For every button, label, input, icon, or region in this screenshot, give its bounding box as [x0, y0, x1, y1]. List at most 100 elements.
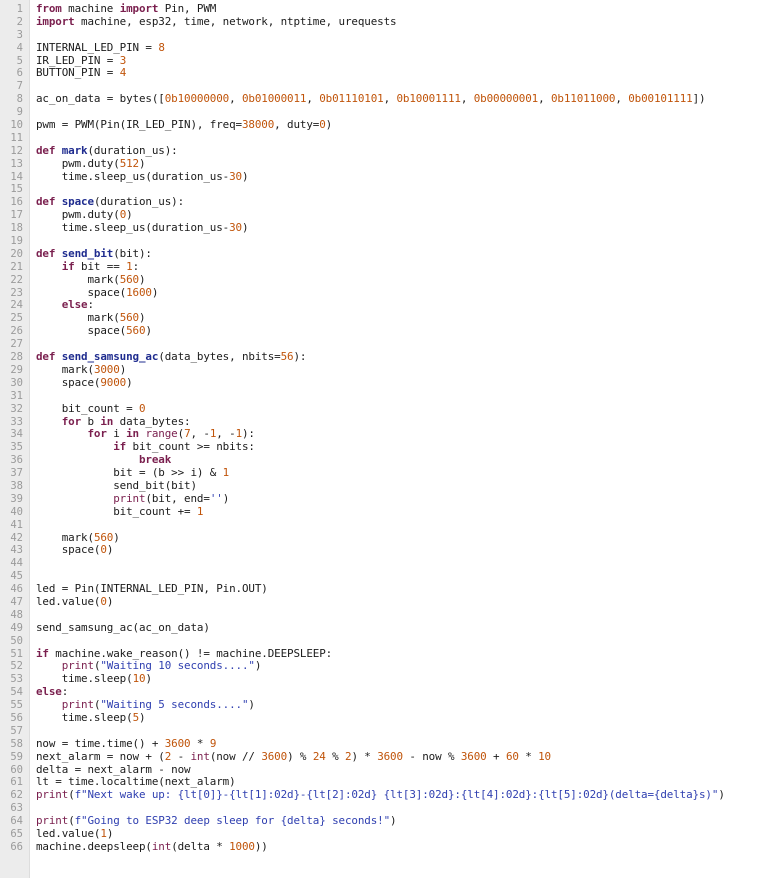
code-token: )	[106, 594, 114, 608]
code-token: *	[518, 749, 539, 763]
line-number: 59	[10, 750, 23, 763]
code-line[interactable]: led.value(0)	[36, 594, 760, 609]
code-line[interactable]: time.sleep(5)	[36, 711, 760, 725]
code-line[interactable]: def send_bit(bit):	[36, 246, 760, 261]
code-token: ac_on_data = bytes([	[36, 92, 165, 106]
line-number: 26	[10, 325, 23, 338]
code-line[interactable]: mark(560)	[36, 530, 760, 545]
code-line[interactable]: space(9000)	[36, 376, 760, 390]
code-token: (duration_us):	[87, 143, 178, 157]
code-token: -	[171, 749, 191, 763]
line-number: 1	[16, 3, 23, 15]
code-line[interactable]: INTERNAL_LED_PIN = 8	[36, 41, 760, 55]
code-token: import	[36, 14, 75, 28]
code-token: ):	[293, 350, 307, 364]
line-number: 60	[10, 763, 23, 776]
code-line[interactable]: machine.deepsleep(int(delta * 1000))	[36, 839, 760, 854]
code-line[interactable]: space(0)	[36, 543, 760, 557]
code-token: print	[36, 814, 69, 828]
code-token: - now %	[402, 749, 461, 763]
code-line[interactable]: print(f"Going to ESP32 deep sleep for {d…	[36, 814, 760, 828]
code-token: (now //	[209, 749, 262, 763]
line-number: 36	[10, 454, 23, 467]
code-token: 560	[126, 324, 146, 338]
code-line[interactable]: print(f"Next wake up: {lt[0]}-{lt[1]:02d…	[36, 788, 760, 802]
code-token: ])	[692, 92, 706, 106]
code-token: *	[190, 736, 210, 750]
code-line[interactable]: space(1600)	[36, 285, 760, 300]
code-line[interactable]: space(560)	[36, 324, 760, 338]
code-token: )	[126, 208, 133, 222]
code-token: 560	[119, 311, 139, 325]
code-token: send_samsung_ac(ac_on_data)	[36, 620, 210, 634]
code-token: mark(	[36, 272, 120, 286]
code-line[interactable]: import machine, esp32, time, network, nt…	[36, 14, 760, 29]
code-token: from	[36, 2, 62, 15]
code-line[interactable]	[36, 519, 760, 532]
code-token: )	[248, 698, 255, 712]
code-token: led = Pin(INTERNAL_LED_PIN, Pin.OUT)	[36, 582, 268, 596]
code-line[interactable]	[36, 557, 760, 570]
code-token: ,	[460, 92, 474, 106]
code-token: print	[61, 659, 94, 673]
code-line[interactable]: send_samsung_ac(ac_on_data)	[36, 620, 760, 635]
code-token: BUTTON_PIN =	[36, 66, 120, 80]
code-token: 0	[139, 401, 146, 415]
code-editor[interactable]: 1 2 3 4 5 6 7 8 9 10 11 12 13 14 15 16 17 18 19 20 21 22 23 24 2…	[0, 0, 760, 878]
code-token: send_bit(bit)	[36, 478, 197, 492]
code-token: range	[145, 427, 178, 441]
code-token: bit = (b >> i) &	[36, 466, 223, 480]
code-line[interactable]: mark(3000)	[36, 363, 760, 377]
code-token: )	[222, 491, 230, 505]
code-token: print	[61, 698, 94, 712]
code-token: 0b11011000	[551, 92, 616, 106]
code-token: (delta *	[171, 839, 230, 853]
code-token: 0b01110101	[319, 92, 384, 106]
code-token: )	[106, 827, 114, 840]
code-line[interactable]: IR_LED_PIN = 3	[36, 53, 760, 68]
code-token: )	[151, 285, 159, 299]
line-number: 47	[10, 595, 23, 608]
code-line[interactable]: time.sleep(10)	[36, 672, 760, 686]
code-line[interactable]: def send_samsung_ac(data_bytes, nbits=56…	[36, 350, 760, 364]
code-line[interactable]: BUTTON_PIN = 4	[36, 67, 760, 80]
code-token: (bit, end=	[145, 491, 210, 505]
line-number: 39	[10, 492, 23, 505]
code-token: pwm.duty(	[36, 156, 120, 170]
code-token: )	[139, 311, 146, 325]
code-token: lt = time.localtime(next_alarm)	[36, 775, 236, 789]
code-token: "Waiting 5 seconds...."	[100, 698, 249, 712]
line-number: 42	[10, 531, 23, 544]
code-token: print	[113, 491, 146, 505]
code-line[interactable]: bit_count += 1	[36, 505, 760, 519]
code-token: )	[241, 221, 249, 235]
code-token: machine.deepsleep(	[36, 839, 152, 853]
code-token: 56	[280, 350, 294, 364]
line-number: 18	[10, 222, 23, 235]
line-number: 11	[10, 131, 23, 144]
code-line[interactable]: time.sleep_us(duration_us-30)	[36, 170, 760, 184]
code-token: ,	[306, 92, 320, 106]
code-token: 0b00101111	[628, 92, 693, 106]
code-token: if	[113, 440, 127, 454]
code-token: )	[325, 118, 333, 132]
line-number: 53	[10, 673, 23, 686]
code-token: next_alarm = now + (	[36, 749, 165, 763]
code-line[interactable]: time.sleep_us(duration_us-30)	[36, 221, 760, 235]
code-token: "Waiting 10 seconds...."	[100, 659, 255, 673]
code-line[interactable]: ac_on_data = bytes([0b10000000, 0b010000…	[36, 92, 760, 106]
code-line[interactable]: led = Pin(INTERNAL_LED_PIN, Pin.OUT)	[36, 582, 760, 596]
line-number: 24	[10, 299, 23, 312]
code-token: 3	[119, 53, 127, 67]
code-line[interactable]: pwm = PWM(Pin(IR_LED_PIN), freq=38000, d…	[36, 118, 760, 132]
line-number: 61	[10, 776, 23, 789]
code-token: led.value(	[36, 827, 101, 840]
code-area[interactable]: from machine import Pin, PWM import machi…	[30, 0, 760, 878]
code-token: )	[113, 530, 120, 544]
code-token: (bit):	[113, 246, 152, 260]
code-line[interactable]: def space(duration_us):	[36, 195, 760, 209]
line-number: 20	[10, 247, 23, 260]
code-token: f"Going to ESP32 deep sleep for {delta} …	[74, 814, 391, 828]
